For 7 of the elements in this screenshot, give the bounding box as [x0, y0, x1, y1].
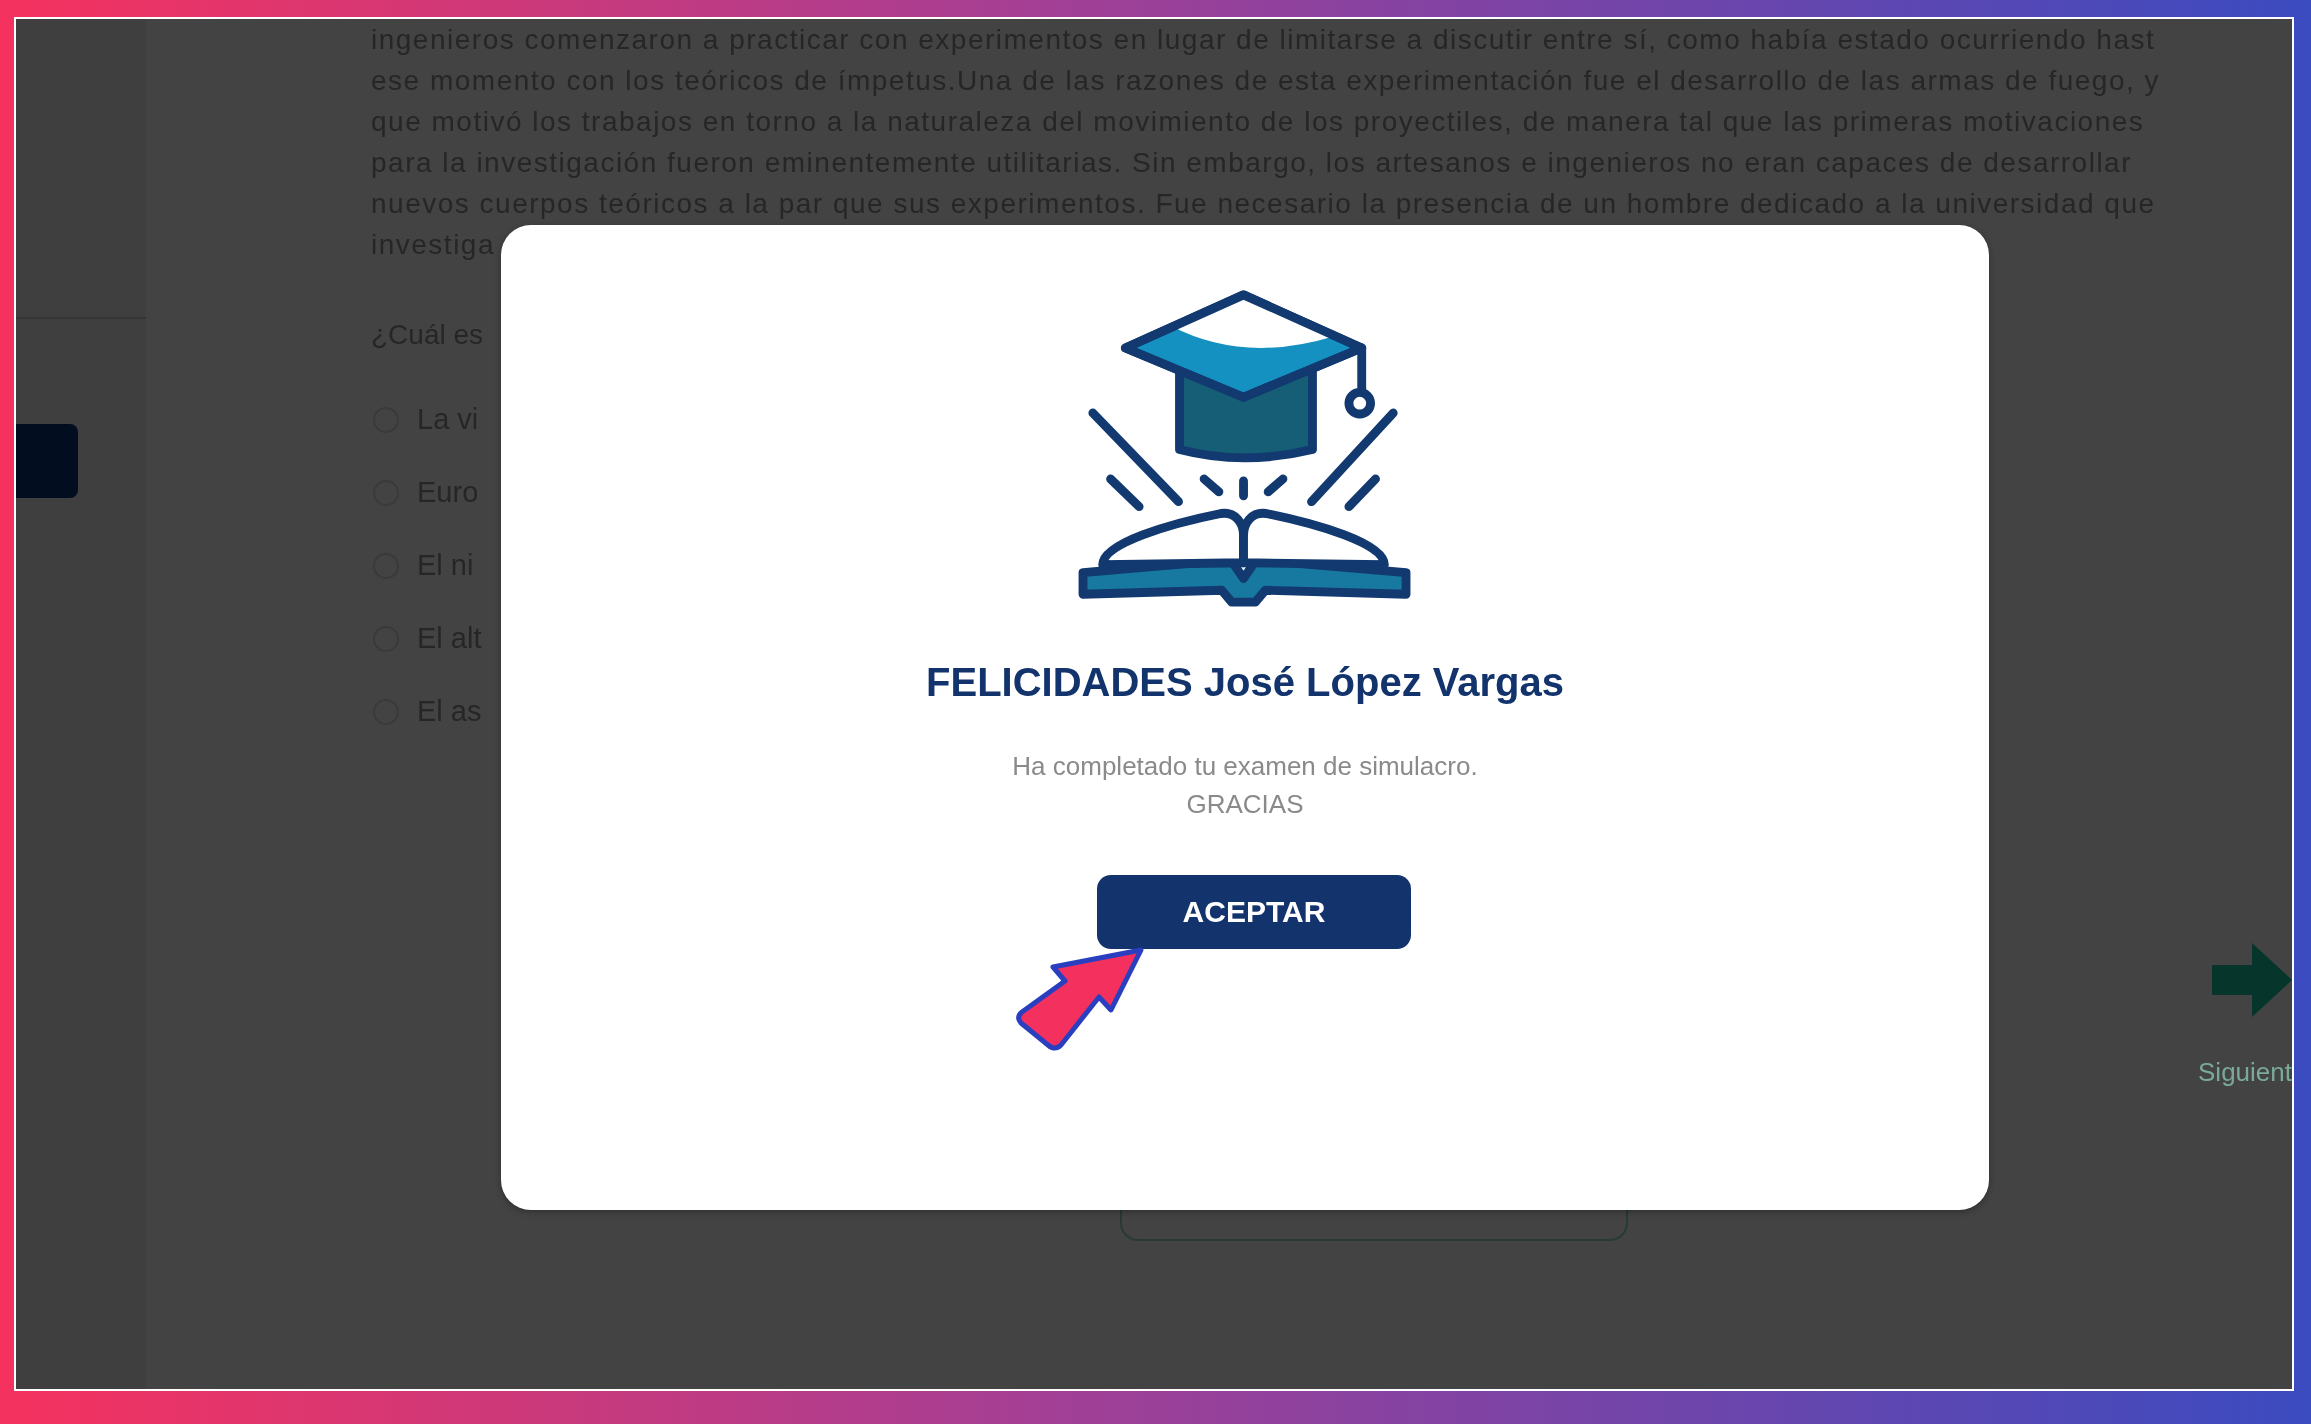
modal-title: FELICIDADES José López Vargas: [926, 660, 1564, 705]
accept-button[interactable]: ACEPTAR: [1097, 875, 1411, 949]
next-label[interactable]: Siguient: [2198, 1057, 2292, 1088]
right-arrow-icon[interactable]: [2212, 943, 2292, 1017]
modal-message: GRACIAS: [1185, 788, 1305, 821]
sidebar-button[interactable]: [16, 424, 78, 498]
modal-message: Ha completado tu examen de simulacro.: [1012, 750, 1478, 783]
